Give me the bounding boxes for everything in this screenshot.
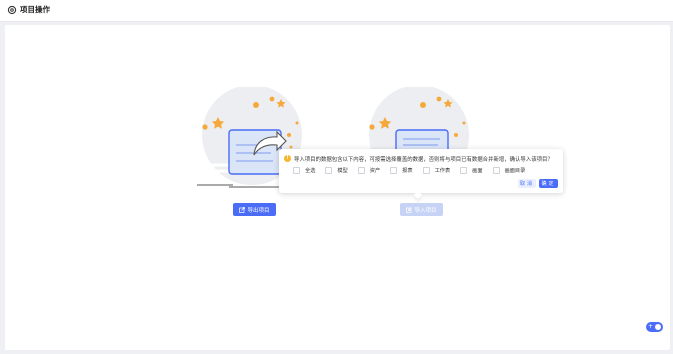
option-worksheet[interactable]: 工作表 [422, 166, 451, 174]
option-label: 资产 [369, 167, 381, 174]
floating-toggle-button[interactable]: + [646, 322, 663, 332]
model-checkbox[interactable] [325, 166, 333, 174]
option-label: 报表 [402, 167, 413, 174]
option-label: 全选 [305, 167, 316, 174]
import-confirm-popover: ! 导入项目的数据包含以下内容，可按需选择覆盖的数据，否则将与项目已有数据合并新… [279, 149, 563, 200]
confirm-button[interactable]: 确定 [539, 179, 558, 188]
export-project-button[interactable]: 导出项目 [233, 203, 276, 216]
option-screen[interactable]: 画面 [460, 166, 483, 174]
export-project-label: 导出项目 [247, 207, 270, 214]
cancel-button[interactable]: 取消 [518, 179, 536, 188]
import-options: 全选 模型 资产 报表 工作表 画面 画面目录 [293, 166, 535, 174]
option-label: 画面目录 [504, 167, 526, 174]
option-select-all[interactable]: 全选 [293, 166, 315, 174]
settings-icon [7, 5, 17, 15]
report-checkbox[interactable] [390, 166, 398, 174]
page-title: 项目操作 [20, 5, 50, 14]
option-screen-directory[interactable]: 画面目录 [492, 166, 526, 174]
select-all-checkbox[interactable] [293, 166, 300, 174]
import-project-button[interactable]: 导入项目 [400, 203, 443, 216]
popover-message: 导入项目的数据包含以下内容，可按需选择覆盖的数据，否则将与项目已有数据合并新增，… [294, 157, 553, 163]
option-label: 工作表 [434, 167, 451, 174]
option-label: 画面 [472, 167, 483, 174]
import-icon [406, 206, 413, 213]
option-report[interactable]: 报表 [390, 166, 413, 174]
screen-directory-checkbox[interactable] [492, 166, 500, 174]
toggle-knob [655, 324, 661, 330]
warning-icon: ! [284, 155, 291, 162]
export-icon [239, 206, 246, 213]
option-asset[interactable]: 资产 [357, 166, 381, 174]
screen-checkbox[interactable] [460, 166, 468, 174]
page-header: 项目操作 [0, 0, 673, 22]
option-label: 模型 [337, 167, 348, 174]
asset-checkbox[interactable] [357, 166, 365, 174]
plus-icon: + [648, 323, 654, 330]
worksheet-checkbox[interactable] [422, 166, 430, 174]
import-project-label: 导入项目 [414, 207, 437, 214]
option-model[interactable]: 模型 [325, 166, 348, 174]
